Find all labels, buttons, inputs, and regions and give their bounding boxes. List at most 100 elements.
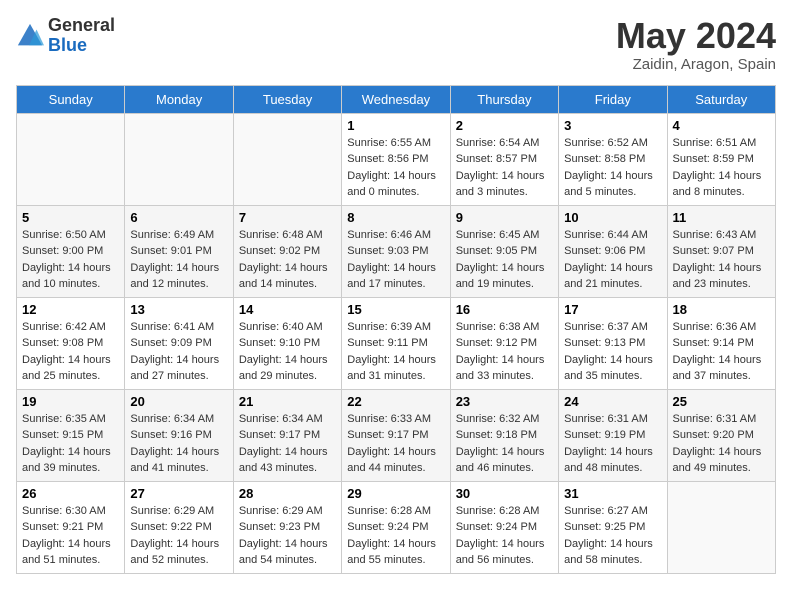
calendar-cell: 1 Sunrise: 6:55 AM Sunset: 8:56 PM Dayli…: [342, 113, 450, 205]
sunset-text: Sunset: 9:19 PM: [564, 429, 645, 441]
day-number: 29: [347, 486, 444, 501]
calendar-cell: 28 Sunrise: 6:29 AM Sunset: 9:23 PM Dayl…: [233, 481, 341, 573]
day-number: 27: [130, 486, 227, 501]
daylight-text: Daylight: 14 hours and 5 minutes.: [564, 170, 653, 199]
logo-blue-text: Blue: [48, 35, 87, 55]
day-number: 21: [239, 394, 336, 409]
daylight-text: Daylight: 14 hours and 49 minutes.: [673, 446, 762, 475]
sunset-text: Sunset: 8:57 PM: [456, 153, 537, 165]
sunrise-text: Sunrise: 6:49 AM: [130, 229, 214, 241]
calendar-week-row: 26 Sunrise: 6:30 AM Sunset: 9:21 PM Dayl…: [17, 481, 776, 573]
logo: General Blue: [16, 16, 115, 56]
day-info: Sunrise: 6:33 AM Sunset: 9:17 PM Dayligh…: [347, 411, 444, 477]
sunrise-text: Sunrise: 6:28 AM: [456, 505, 540, 517]
calendar-cell: 18 Sunrise: 6:36 AM Sunset: 9:14 PM Dayl…: [667, 297, 775, 389]
sunset-text: Sunset: 8:56 PM: [347, 153, 428, 165]
calendar-cell: 6 Sunrise: 6:49 AM Sunset: 9:01 PM Dayli…: [125, 205, 233, 297]
calendar-cell: [17, 113, 125, 205]
day-number: 6: [130, 210, 227, 225]
calendar-cell: 11 Sunrise: 6:43 AM Sunset: 9:07 PM Dayl…: [667, 205, 775, 297]
daylight-text: Daylight: 14 hours and 3 minutes.: [456, 170, 545, 199]
sunset-text: Sunset: 9:17 PM: [347, 429, 428, 441]
day-number: 20: [130, 394, 227, 409]
calendar-cell: 2 Sunrise: 6:54 AM Sunset: 8:57 PM Dayli…: [450, 113, 558, 205]
day-number: 22: [347, 394, 444, 409]
sunrise-text: Sunrise: 6:44 AM: [564, 229, 648, 241]
daylight-text: Daylight: 14 hours and 58 minutes.: [564, 538, 653, 567]
calendar-cell: 8 Sunrise: 6:46 AM Sunset: 9:03 PM Dayli…: [342, 205, 450, 297]
sunset-text: Sunset: 8:59 PM: [673, 153, 754, 165]
sunrise-text: Sunrise: 6:52 AM: [564, 137, 648, 149]
day-number: 19: [22, 394, 119, 409]
day-info: Sunrise: 6:52 AM Sunset: 8:58 PM Dayligh…: [564, 135, 661, 201]
day-number: 13: [130, 302, 227, 317]
daylight-text: Daylight: 14 hours and 43 minutes.: [239, 446, 328, 475]
daylight-text: Daylight: 14 hours and 25 minutes.: [22, 354, 111, 383]
day-number: 8: [347, 210, 444, 225]
day-number: 30: [456, 486, 553, 501]
day-number: 25: [673, 394, 770, 409]
daylight-text: Daylight: 14 hours and 33 minutes.: [456, 354, 545, 383]
day-info: Sunrise: 6:37 AM Sunset: 9:13 PM Dayligh…: [564, 319, 661, 385]
day-info: Sunrise: 6:46 AM Sunset: 9:03 PM Dayligh…: [347, 227, 444, 293]
day-info: Sunrise: 6:29 AM Sunset: 9:22 PM Dayligh…: [130, 503, 227, 569]
calendar-cell: 26 Sunrise: 6:30 AM Sunset: 9:21 PM Dayl…: [17, 481, 125, 573]
day-info: Sunrise: 6:55 AM Sunset: 8:56 PM Dayligh…: [347, 135, 444, 201]
sunrise-text: Sunrise: 6:51 AM: [673, 137, 757, 149]
calendar-cell: 9 Sunrise: 6:45 AM Sunset: 9:05 PM Dayli…: [450, 205, 558, 297]
calendar-cell: [125, 113, 233, 205]
sunset-text: Sunset: 8:58 PM: [564, 153, 645, 165]
calendar-week-row: 5 Sunrise: 6:50 AM Sunset: 9:00 PM Dayli…: [17, 205, 776, 297]
day-number: 23: [456, 394, 553, 409]
day-info: Sunrise: 6:28 AM Sunset: 9:24 PM Dayligh…: [347, 503, 444, 569]
calendar-cell: 19 Sunrise: 6:35 AM Sunset: 9:15 PM Dayl…: [17, 389, 125, 481]
title-block: May 2024 Zaidin, Aragon, Spain: [616, 16, 776, 73]
calendar-cell: 4 Sunrise: 6:51 AM Sunset: 8:59 PM Dayli…: [667, 113, 775, 205]
sunrise-text: Sunrise: 6:42 AM: [22, 321, 106, 333]
sunrise-text: Sunrise: 6:41 AM: [130, 321, 214, 333]
day-number: 10: [564, 210, 661, 225]
sunset-text: Sunset: 9:03 PM: [347, 245, 428, 257]
calendar-week-row: 19 Sunrise: 6:35 AM Sunset: 9:15 PM Dayl…: [17, 389, 776, 481]
sunrise-text: Sunrise: 6:31 AM: [673, 413, 757, 425]
sunset-text: Sunset: 9:01 PM: [130, 245, 211, 257]
calendar-cell: 17 Sunrise: 6:37 AM Sunset: 9:13 PM Dayl…: [559, 297, 667, 389]
day-number: 16: [456, 302, 553, 317]
sunset-text: Sunset: 9:13 PM: [564, 337, 645, 349]
daylight-text: Daylight: 14 hours and 10 minutes.: [22, 262, 111, 291]
sunset-text: Sunset: 9:00 PM: [22, 245, 103, 257]
calendar-table: SundayMondayTuesdayWednesdayThursdayFrid…: [16, 85, 776, 574]
sunset-text: Sunset: 9:14 PM: [673, 337, 754, 349]
daylight-text: Daylight: 14 hours and 21 minutes.: [564, 262, 653, 291]
day-info: Sunrise: 6:49 AM Sunset: 9:01 PM Dayligh…: [130, 227, 227, 293]
day-number: 24: [564, 394, 661, 409]
day-number: 5: [22, 210, 119, 225]
calendar-cell: 5 Sunrise: 6:50 AM Sunset: 9:00 PM Dayli…: [17, 205, 125, 297]
sunrise-text: Sunrise: 6:43 AM: [673, 229, 757, 241]
day-info: Sunrise: 6:41 AM Sunset: 9:09 PM Dayligh…: [130, 319, 227, 385]
calendar-cell: 3 Sunrise: 6:52 AM Sunset: 8:58 PM Dayli…: [559, 113, 667, 205]
sunset-text: Sunset: 9:12 PM: [456, 337, 537, 349]
sunrise-text: Sunrise: 6:54 AM: [456, 137, 540, 149]
calendar-cell: 7 Sunrise: 6:48 AM Sunset: 9:02 PM Dayli…: [233, 205, 341, 297]
day-info: Sunrise: 6:32 AM Sunset: 9:18 PM Dayligh…: [456, 411, 553, 477]
weekday-header-thursday: Thursday: [450, 85, 558, 113]
weekday-header-tuesday: Tuesday: [233, 85, 341, 113]
logo-icon: [16, 22, 44, 50]
day-info: Sunrise: 6:40 AM Sunset: 9:10 PM Dayligh…: [239, 319, 336, 385]
sunrise-text: Sunrise: 6:34 AM: [130, 413, 214, 425]
calendar-cell: 16 Sunrise: 6:38 AM Sunset: 9:12 PM Dayl…: [450, 297, 558, 389]
sunrise-text: Sunrise: 6:48 AM: [239, 229, 323, 241]
day-number: 17: [564, 302, 661, 317]
daylight-text: Daylight: 14 hours and 27 minutes.: [130, 354, 219, 383]
sunset-text: Sunset: 9:08 PM: [22, 337, 103, 349]
sunset-text: Sunset: 9:07 PM: [673, 245, 754, 257]
daylight-text: Daylight: 14 hours and 54 minutes.: [239, 538, 328, 567]
day-info: Sunrise: 6:44 AM Sunset: 9:06 PM Dayligh…: [564, 227, 661, 293]
day-info: Sunrise: 6:50 AM Sunset: 9:00 PM Dayligh…: [22, 227, 119, 293]
page-header: General Blue May 2024 Zaidin, Aragon, Sp…: [16, 16, 776, 73]
day-number: 2: [456, 118, 553, 133]
calendar-cell: 22 Sunrise: 6:33 AM Sunset: 9:17 PM Dayl…: [342, 389, 450, 481]
sunset-text: Sunset: 9:17 PM: [239, 429, 320, 441]
weekday-header-wednesday: Wednesday: [342, 85, 450, 113]
